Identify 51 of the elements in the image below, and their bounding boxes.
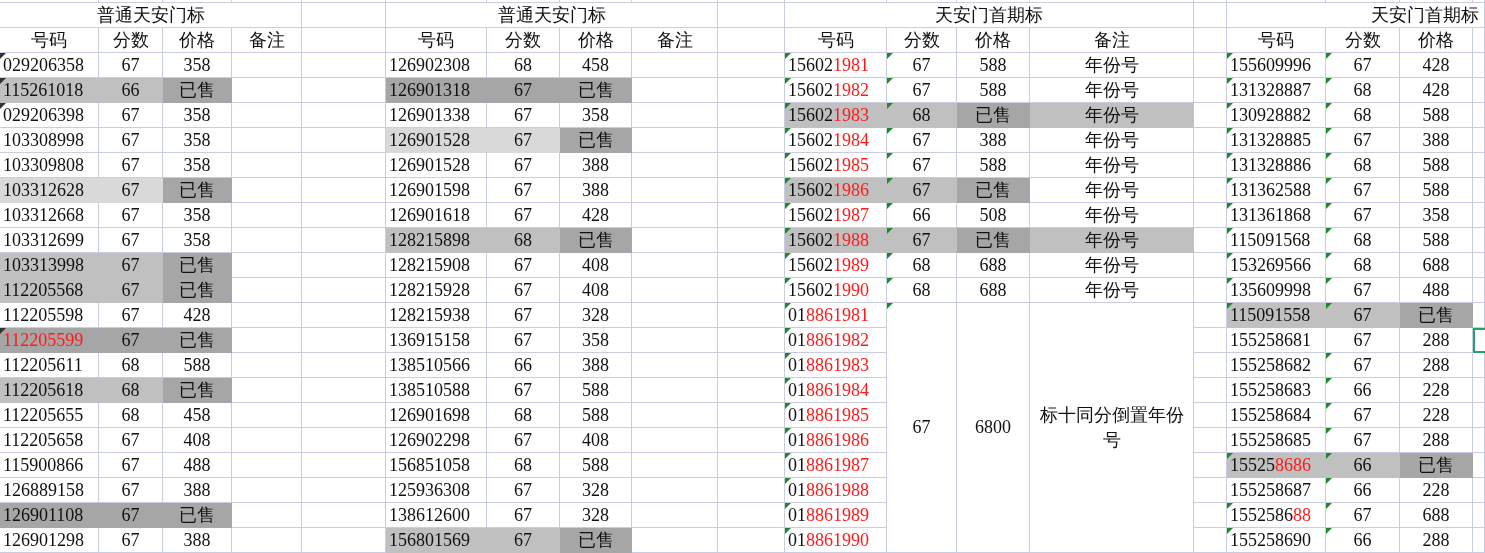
score-cell: 67: [1326, 303, 1400, 328]
score-cell: 67: [99, 253, 163, 278]
price-cell: 已售: [163, 328, 232, 353]
number-cell: 115091558: [1227, 303, 1326, 328]
price-cell: 已售: [163, 178, 232, 203]
number-cell: 103313998: [0, 253, 99, 278]
score-cell: 67: [99, 328, 163, 353]
number-cell: 112205599: [0, 328, 99, 353]
number-cell: 115261018: [0, 78, 99, 103]
price-cell: 已售: [560, 528, 632, 553]
number-cell: 126901318: [386, 78, 487, 103]
score-cell: 67: [487, 528, 560, 553]
score-cell: 68: [487, 228, 560, 253]
price-cell: 已售: [560, 128, 632, 153]
number-cell: 156021983: [785, 103, 887, 128]
number-cell: 103312628: [0, 178, 99, 203]
price-cell: 已售: [1400, 303, 1473, 328]
score-cell: 68: [887, 103, 957, 128]
score-cell: 68: [99, 378, 163, 403]
number-cell: 126901108: [0, 503, 99, 528]
number-cell: 112205618: [0, 378, 99, 403]
price-cell: 已售: [163, 278, 232, 303]
price-cell: 已售: [163, 503, 232, 528]
score-cell: 67: [487, 128, 560, 153]
score-cell: 67: [887, 228, 957, 253]
note-cell: 年份号: [1030, 103, 1194, 128]
number-cell: 156021988: [785, 228, 887, 253]
price-cell: 已售: [163, 78, 232, 103]
score-cell: 67: [99, 178, 163, 203]
price-cell: 已售: [560, 78, 632, 103]
number-cell: 156021986: [785, 178, 887, 203]
price-cell: 已售: [957, 228, 1030, 253]
price-cell: 已售: [957, 178, 1030, 203]
score-cell: 66: [1326, 453, 1400, 478]
price-cell: 已售: [560, 228, 632, 253]
number-cell: 128215898: [386, 228, 487, 253]
score-cell: 67: [99, 503, 163, 528]
score-cell: 66: [99, 78, 163, 103]
score-cell: 67: [487, 78, 560, 103]
note-cell: 年份号: [1030, 228, 1194, 253]
score-cell: 67: [887, 178, 957, 203]
price-cell: 已售: [1400, 453, 1473, 478]
price-cell: 已售: [163, 378, 232, 403]
number-cell: 112205568: [0, 278, 99, 303]
price-cell: 已售: [163, 253, 232, 278]
price-cell: 已售: [957, 103, 1030, 128]
number-cell: 155258686: [1227, 453, 1326, 478]
score-cell: 67: [99, 278, 163, 303]
cell-cursor[interactable]: [1473, 328, 1485, 353]
number-cell: 126901528: [386, 128, 487, 153]
number-cell: 156801569: [386, 528, 487, 553]
